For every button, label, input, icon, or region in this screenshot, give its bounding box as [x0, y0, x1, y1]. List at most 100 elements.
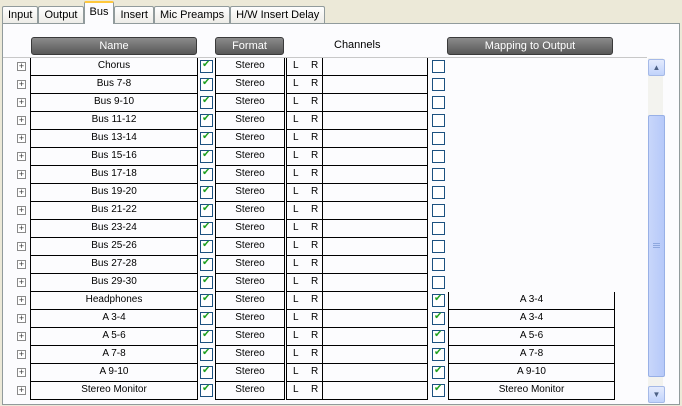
table-row[interactable]: +Bus 23-24StereoLR: [3, 220, 647, 238]
mapping-checkbox[interactable]: [432, 114, 445, 127]
plus-box-icon[interactable]: +: [17, 62, 26, 71]
bus-name[interactable]: Bus 9-10: [30, 94, 198, 112]
mapping-checkbox[interactable]: [432, 60, 445, 73]
table-row[interactable]: +Bus 27-28StereoLR: [3, 256, 647, 274]
mapping-output[interactable]: A 7-8: [448, 346, 615, 364]
active-checkbox[interactable]: [200, 113, 213, 127]
format-cell[interactable]: Stereo: [215, 256, 285, 274]
bus-name[interactable]: A 7-8: [30, 346, 198, 364]
table-row[interactable]: +A 5-6StereoLRA 5-6: [3, 328, 647, 346]
tab-insert[interactable]: Insert: [114, 6, 154, 24]
active-checkbox[interactable]: [200, 221, 213, 235]
name-column-header[interactable]: Name: [31, 37, 197, 55]
bus-name[interactable]: A 9-10: [30, 364, 198, 382]
format-cell[interactable]: Stereo: [215, 328, 285, 346]
mapping-output[interactable]: A 5-6: [448, 328, 615, 346]
plus-box-icon[interactable]: +: [17, 314, 26, 323]
plus-box-icon[interactable]: +: [17, 350, 26, 359]
table-row[interactable]: +A 3-4StereoLRA 3-4: [3, 310, 647, 328]
arrow-up-icon[interactable]: ▲: [648, 59, 665, 76]
bus-name[interactable]: Headphones: [30, 292, 198, 310]
format-cell[interactable]: Stereo: [215, 58, 285, 76]
mapping-checkbox[interactable]: [432, 383, 445, 397]
table-row[interactable]: +Bus 9-10StereoLR: [3, 94, 647, 112]
bus-name[interactable]: Bus 13-14: [30, 130, 198, 148]
bus-name[interactable]: Bus 17-18: [30, 166, 198, 184]
active-checkbox[interactable]: [200, 131, 213, 145]
tab-bus[interactable]: Bus: [83, 1, 115, 24]
mapping-checkbox[interactable]: [432, 329, 445, 343]
format-cell[interactable]: Stereo: [215, 166, 285, 184]
format-cell[interactable]: Stereo: [215, 112, 285, 130]
active-checkbox[interactable]: [200, 95, 213, 109]
active-checkbox[interactable]: [200, 239, 213, 253]
format-cell[interactable]: Stereo: [215, 346, 285, 364]
bus-name[interactable]: Bus 11-12: [30, 112, 198, 130]
mapping-checkbox[interactable]: [432, 150, 445, 163]
plus-box-icon[interactable]: +: [17, 170, 26, 179]
format-cell[interactable]: Stereo: [215, 220, 285, 238]
bus-name[interactable]: Bus 29-30: [30, 274, 198, 292]
plus-box-icon[interactable]: +: [17, 278, 26, 287]
mapping-checkbox[interactable]: [432, 240, 445, 253]
format-cell[interactable]: Stereo: [215, 310, 285, 328]
bus-name[interactable]: Stereo Monitor: [30, 382, 198, 400]
plus-box-icon[interactable]: +: [17, 368, 26, 377]
mapping-output[interactable]: A 3-4: [448, 292, 615, 310]
mapping-checkbox[interactable]: [432, 78, 445, 91]
bus-name[interactable]: Bus 23-24: [30, 220, 198, 238]
active-checkbox[interactable]: [200, 347, 213, 361]
tab-mic-preamps[interactable]: Mic Preamps: [153, 6, 231, 24]
table-row[interactable]: +ChorusStereoLR: [3, 58, 647, 76]
plus-box-icon[interactable]: +: [17, 296, 26, 305]
mapping-checkbox[interactable]: [432, 96, 445, 109]
table-row[interactable]: +Bus 19-20StereoLR: [3, 184, 647, 202]
bus-name[interactable]: Bus 15-16: [30, 148, 198, 166]
mapping-checkbox[interactable]: [432, 293, 445, 307]
active-checkbox[interactable]: [200, 275, 213, 289]
mapping-checkbox[interactable]: [432, 168, 445, 181]
vertical-scrollbar[interactable]: ▲ ▼: [648, 58, 665, 403]
active-checkbox[interactable]: [200, 311, 213, 325]
mapping-checkbox[interactable]: [432, 311, 445, 325]
table-row[interactable]: +Bus 21-22StereoLR: [3, 202, 647, 220]
plus-box-icon[interactable]: +: [17, 188, 26, 197]
active-checkbox[interactable]: [200, 257, 213, 271]
plus-box-icon[interactable]: +: [17, 80, 26, 89]
bus-name[interactable]: A 5-6: [30, 328, 198, 346]
bus-name[interactable]: Bus 27-28: [30, 256, 198, 274]
table-row[interactable]: +Bus 11-12StereoLR: [3, 112, 647, 130]
format-cell[interactable]: Stereo: [215, 274, 285, 292]
format-cell[interactable]: Stereo: [215, 292, 285, 310]
plus-box-icon[interactable]: +: [17, 134, 26, 143]
plus-box-icon[interactable]: +: [17, 116, 26, 125]
table-row[interactable]: +Bus 15-16StereoLR: [3, 148, 647, 166]
table-row[interactable]: +Stereo MonitorStereoLRStereo Monitor: [3, 382, 647, 400]
active-checkbox[interactable]: [200, 149, 213, 163]
mapping-checkbox[interactable]: [432, 186, 445, 199]
table-row[interactable]: +A 9-10StereoLRA 9-10: [3, 364, 647, 382]
mapping-checkbox[interactable]: [432, 347, 445, 361]
bus-name[interactable]: Bus 21-22: [30, 202, 198, 220]
format-cell[interactable]: Stereo: [215, 76, 285, 94]
format-cell[interactable]: Stereo: [215, 130, 285, 148]
mapping-checkbox[interactable]: [432, 365, 445, 379]
tab-input[interactable]: Input: [2, 6, 39, 24]
mapping-checkbox[interactable]: [432, 222, 445, 235]
active-checkbox[interactable]: [200, 167, 213, 181]
plus-box-icon[interactable]: +: [17, 242, 26, 251]
active-checkbox[interactable]: [200, 365, 213, 379]
active-checkbox[interactable]: [200, 383, 213, 397]
format-cell[interactable]: Stereo: [215, 364, 285, 382]
scroll-thumb[interactable]: [648, 115, 665, 377]
plus-box-icon[interactable]: +: [17, 224, 26, 233]
table-row[interactable]: +HeadphonesStereoLRA 3-4: [3, 292, 647, 310]
tab-h-w-insert-delay[interactable]: H/W Insert Delay: [230, 6, 326, 24]
mapping-checkbox[interactable]: [432, 132, 445, 145]
active-checkbox[interactable]: [200, 293, 213, 307]
plus-box-icon[interactable]: +: [17, 206, 26, 215]
bus-name[interactable]: A 3-4: [30, 310, 198, 328]
table-row[interactable]: +Bus 25-26StereoLR: [3, 238, 647, 256]
active-checkbox[interactable]: [200, 59, 213, 73]
active-checkbox[interactable]: [200, 329, 213, 343]
